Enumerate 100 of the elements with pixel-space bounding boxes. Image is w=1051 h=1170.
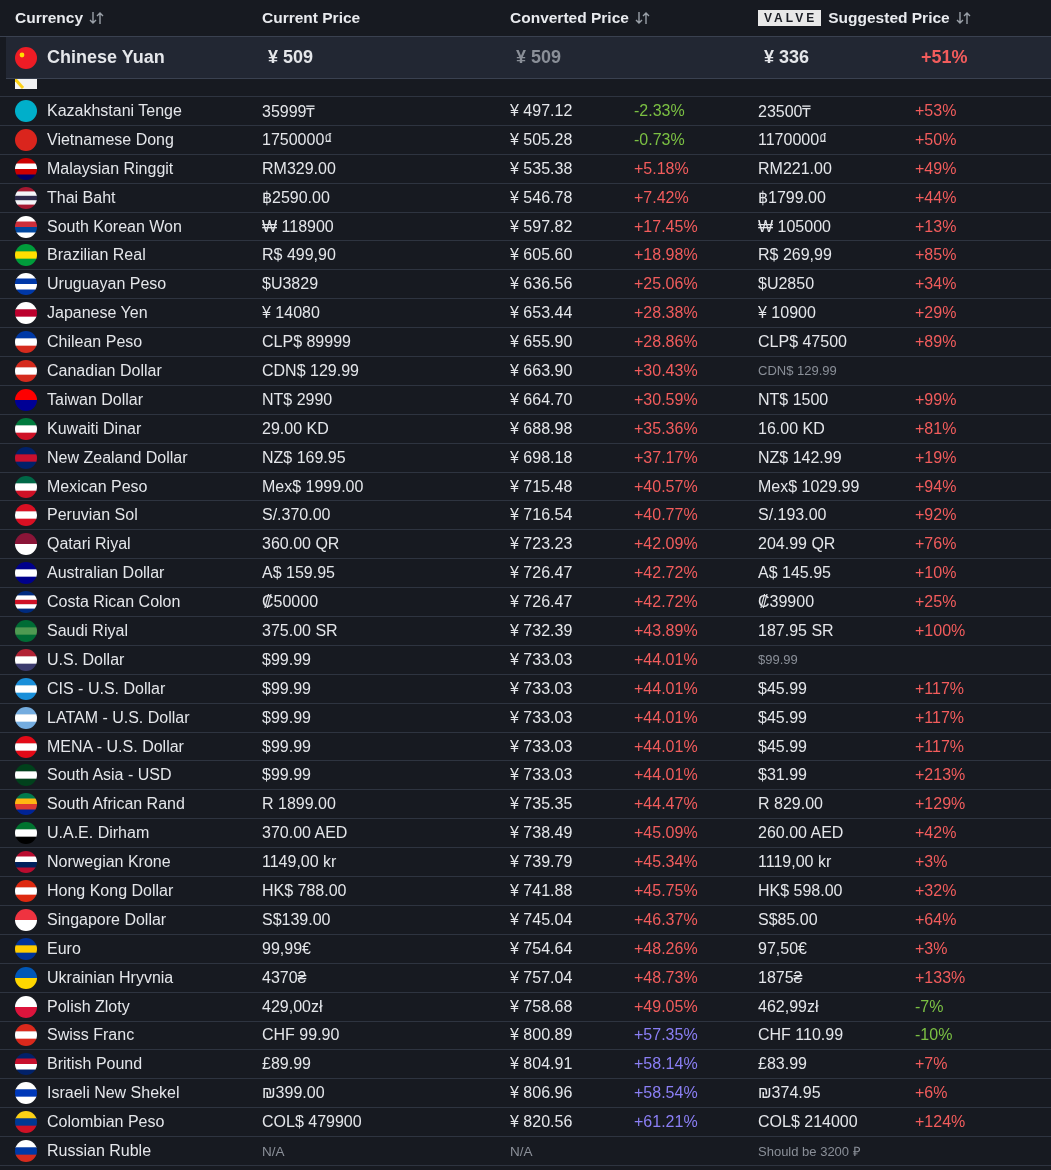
price-difference: -7% bbox=[915, 997, 944, 1016]
currency-name: Israeli New Shekel bbox=[47, 1084, 180, 1103]
price-difference: +213% bbox=[915, 766, 966, 785]
price-difference: +57.35% bbox=[634, 1026, 698, 1045]
price-difference: +25% bbox=[915, 593, 957, 612]
flag-icon bbox=[15, 359, 37, 382]
current-price: N/A bbox=[262, 1143, 285, 1159]
column-header[interactable]: Current Price bbox=[262, 9, 361, 27]
currency-name: CIS - U.S. Dollar bbox=[47, 679, 166, 698]
price-difference: +30.59% bbox=[634, 390, 698, 409]
current-price: R$ 499,90 bbox=[262, 246, 336, 265]
suggested-price: NT$ 1500 bbox=[758, 390, 829, 409]
sort-icon[interactable] bbox=[89, 11, 106, 25]
current-price: $99.99 bbox=[262, 737, 311, 756]
column-header[interactable]: Currency bbox=[15, 9, 84, 27]
price-difference: -2.33% bbox=[634, 101, 685, 120]
converted-price: ¥ 758.68 bbox=[510, 997, 573, 1016]
current-price: 35999₸ bbox=[262, 101, 316, 122]
price-difference: +81% bbox=[915, 419, 957, 438]
current-price: 1149,00 kr bbox=[262, 853, 337, 872]
currency-name: Hong Kong Dollar bbox=[47, 882, 174, 900]
flag-icon bbox=[15, 273, 37, 296]
converted-price: ¥ 735.35 bbox=[510, 795, 573, 814]
converted-price: ¥ 733.03 bbox=[510, 766, 573, 785]
price-difference: +42.72% bbox=[634, 593, 698, 612]
column-header[interactable]: Converted Price bbox=[510, 9, 629, 27]
price-difference: +42.09% bbox=[634, 535, 698, 554]
currency-name: South Asia - USD bbox=[47, 766, 172, 785]
flag-icon bbox=[15, 186, 37, 209]
current-price: CLP$ 89999 bbox=[262, 333, 351, 352]
current-price: $99.99 bbox=[262, 708, 311, 727]
converted-price: ¥ 741.88 bbox=[510, 882, 573, 900]
converted-price: ¥ 820.56 bbox=[510, 1113, 573, 1132]
price-difference: +7% bbox=[915, 1055, 948, 1074]
currency-name: Euro bbox=[47, 939, 81, 958]
price-difference: +100% bbox=[915, 621, 966, 640]
price-difference: +30.43% bbox=[634, 361, 698, 380]
currency-name: Singapore Dollar bbox=[47, 910, 167, 929]
currency-name: Kazakhstani Tenge bbox=[47, 101, 182, 120]
current-price: 29.00 KD bbox=[262, 419, 329, 438]
current-price: S$139.00 bbox=[262, 910, 331, 929]
price-difference: +45.75% bbox=[634, 882, 698, 900]
price-difference: +35.36% bbox=[634, 419, 698, 438]
price-difference: +51% bbox=[921, 47, 968, 68]
price-difference: +45.09% bbox=[634, 824, 698, 843]
flag-icon bbox=[15, 908, 37, 931]
current-price: £89.99 bbox=[262, 1055, 311, 1074]
price-difference: +34% bbox=[915, 275, 957, 294]
converted-price: ¥ 509 bbox=[516, 47, 562, 68]
price-difference: +44.01% bbox=[634, 708, 698, 727]
price-difference: -0.73% bbox=[634, 130, 685, 149]
suggested-price: ฿1799.00 bbox=[758, 188, 826, 208]
current-price: Mex$ 1999.00 bbox=[262, 477, 364, 496]
converted-price: ¥ 716.54 bbox=[510, 506, 573, 525]
currency-name: Saudi Riyal bbox=[47, 621, 128, 640]
price-difference: +44.01% bbox=[634, 737, 698, 756]
suggested-price: $31.99 bbox=[758, 766, 807, 785]
flag-icon bbox=[15, 79, 37, 89]
converted-price: ¥ 733.03 bbox=[510, 708, 573, 727]
currency-name: U.S. Dollar bbox=[47, 650, 125, 669]
converted-price: ¥ 733.03 bbox=[510, 650, 573, 669]
flag-icon bbox=[15, 735, 37, 758]
converted-price: ¥ 733.03 bbox=[510, 737, 573, 756]
price-difference: +44% bbox=[915, 188, 957, 207]
currency-name: Colombian Peso bbox=[47, 1113, 165, 1132]
current-price: ₩ 118900 bbox=[262, 217, 334, 236]
currency-name: U.A.E. Dirham bbox=[47, 824, 150, 843]
currency-name: Ukrainian Hryvnia bbox=[47, 968, 174, 987]
price-difference: +58.54% bbox=[634, 1084, 698, 1103]
price-difference: +53% bbox=[915, 101, 957, 120]
flag-icon bbox=[15, 215, 37, 238]
converted-price: ¥ 497.12 bbox=[510, 101, 573, 120]
currency-name: Peruvian Sol bbox=[47, 506, 138, 525]
currency-name: Chilean Peso bbox=[47, 333, 143, 352]
flag-icon bbox=[15, 46, 37, 69]
current-price: S/.370.00 bbox=[262, 506, 331, 525]
current-price: HK$ 788.00 bbox=[262, 882, 347, 900]
sort-icon[interactable] bbox=[955, 11, 972, 25]
suggested-price: 204.99 QR bbox=[758, 535, 836, 554]
converted-price: ¥ 754.64 bbox=[510, 939, 573, 958]
flag-icon bbox=[15, 1024, 37, 1047]
converted-price: ¥ 664.70 bbox=[510, 390, 573, 409]
price-difference: +49% bbox=[915, 159, 957, 178]
sort-icon[interactable] bbox=[634, 11, 651, 25]
price-difference: +32% bbox=[915, 882, 957, 900]
flag-icon bbox=[15, 851, 37, 874]
flag-icon bbox=[15, 128, 37, 151]
current-price: 370.00 AED bbox=[262, 824, 348, 843]
converted-price: ¥ 726.47 bbox=[510, 593, 573, 612]
price-difference: +40.57% bbox=[634, 477, 698, 496]
price-difference: +44.47% bbox=[634, 795, 698, 814]
column-header[interactable]: Suggested Price bbox=[828, 9, 950, 27]
suggested-price: ¥ 10900 bbox=[758, 304, 816, 323]
converted-price: ¥ 653.44 bbox=[510, 304, 573, 323]
converted-price: ¥ 698.18 bbox=[510, 448, 573, 467]
converted-price: ¥ 636.56 bbox=[510, 275, 573, 294]
suggested-price: ₪374.95 bbox=[758, 1084, 821, 1103]
currency-name: Mexican Peso bbox=[47, 477, 148, 496]
suggested-price: $45.99 bbox=[758, 679, 807, 698]
suggested-price: 16.00 KD bbox=[758, 419, 825, 438]
